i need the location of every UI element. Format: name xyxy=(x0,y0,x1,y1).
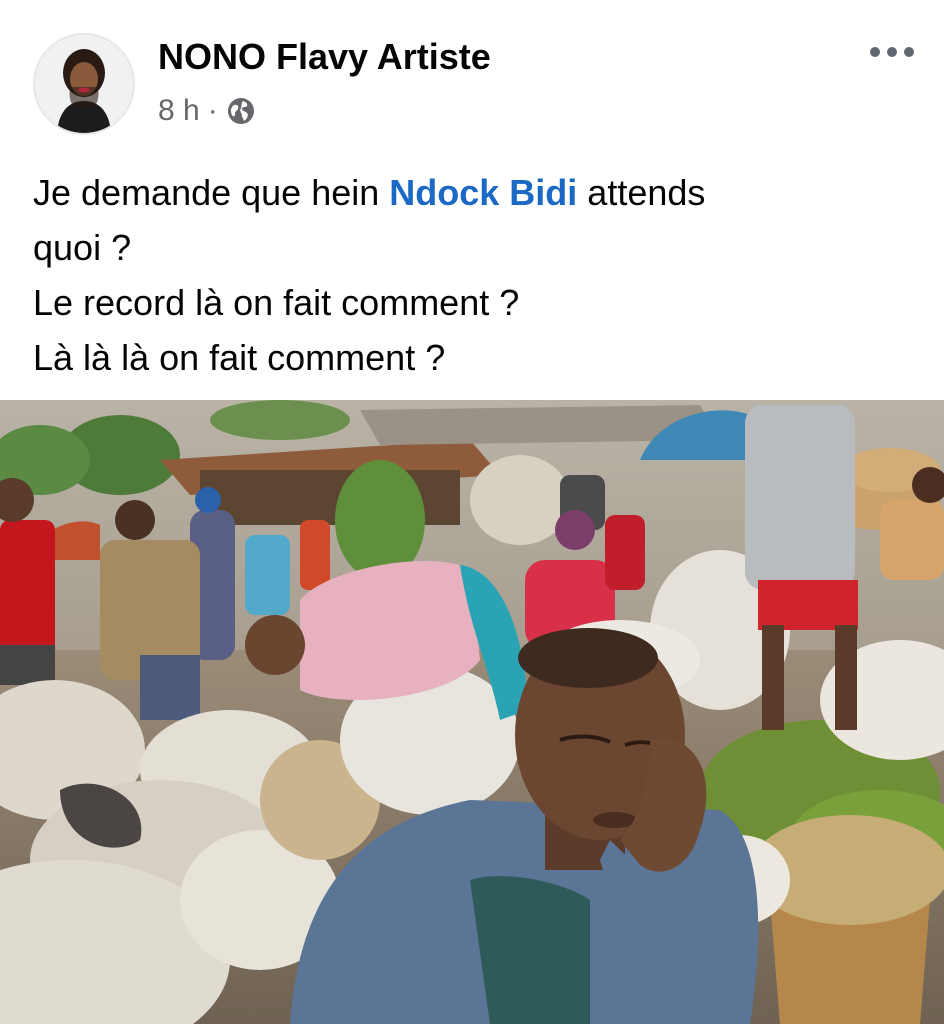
globe-icon xyxy=(227,98,254,124)
post-line-4: Là là là on fait comment ? xyxy=(33,337,446,378)
post-photo[interactable] xyxy=(0,400,944,1024)
more-options-button[interactable] xyxy=(862,32,922,72)
post-text-prefix: Je demande que hein xyxy=(33,172,390,213)
more-dot xyxy=(904,47,914,57)
post-line-2: quoi ? xyxy=(33,227,132,268)
meta-separator: · xyxy=(207,94,218,127)
post-time[interactable]: 8 h xyxy=(158,94,200,128)
post-header: NONO Flavy Artiste 8 h · xyxy=(0,0,944,150)
author-avatar[interactable] xyxy=(33,33,135,135)
post-body: Je demande que hein Ndock Bidi attends q… xyxy=(33,165,913,385)
more-dot xyxy=(870,47,880,57)
avatar-image xyxy=(35,35,133,133)
post-text-suffix: attends xyxy=(577,172,706,213)
post-line-3: Le record là on fait comment ? xyxy=(33,282,520,323)
market-photo-illustration xyxy=(0,400,944,1024)
post-meta: 8 h · xyxy=(158,94,256,128)
more-dot xyxy=(887,47,897,57)
author-name[interactable]: NONO Flavy Artiste xyxy=(158,36,491,78)
mention-link[interactable]: Ndock Bidi xyxy=(389,172,577,213)
post-line-1: Je demande que hein Ndock Bidi attends xyxy=(33,165,913,220)
